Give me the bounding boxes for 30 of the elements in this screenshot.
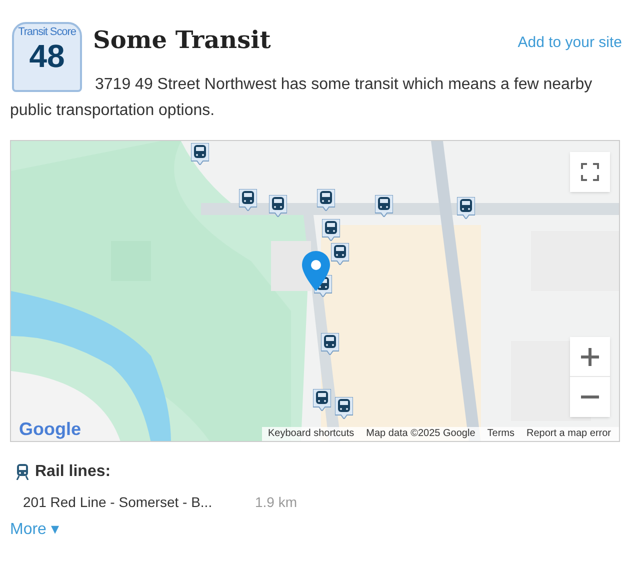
plus-icon — [581, 348, 599, 366]
bus-stop-icon[interactable] — [321, 333, 339, 355]
transit-score: 48 — [29, 39, 65, 73]
location-pin-icon — [302, 251, 330, 291]
distance-text: 1.9 km — [255, 492, 298, 512]
map-footer-link[interactable]: Terms — [487, 428, 515, 440]
map-view[interactable]: Google Keyboard shortcuts Map data ©2025 Google Terms Report a map error — [10, 140, 620, 442]
bus-stop-icon[interactable] — [335, 397, 353, 419]
map-footer-link[interactable]: Report a map error — [526, 428, 611, 440]
map-footer-link[interactable]: Keyboard shortcuts — [268, 428, 354, 440]
bus-stop-icon[interactable] — [457, 197, 475, 219]
rail-line-name: 201 Red Line - Somerset - B... — [23, 492, 214, 512]
bus-stop-icon[interactable] — [313, 389, 331, 411]
bus-stop-icon[interactable] — [317, 189, 335, 211]
bus-stop-icon[interactable] — [331, 243, 349, 265]
bus-stop-icon[interactable] — [322, 219, 340, 241]
google-logo: Google — [19, 419, 81, 439]
fullscreen-button[interactable] — [570, 152, 610, 192]
fullscreen-icon — [581, 163, 599, 181]
bus-stop-icon[interactable] — [191, 143, 209, 165]
train-icon — [16, 464, 29, 480]
map-footer-link[interactable]: Map data ©2025 Google — [366, 428, 476, 440]
bus-stop-icon[interactable] — [375, 195, 393, 217]
description-text: 3719 49 Street Northwest has some transit which means a few nearby public transportation options. — [10, 75, 594, 121]
badge-label: Transit Score — [18, 26, 76, 39]
bus-stop-icon[interactable] — [269, 195, 287, 217]
section-heading: Rail lines: — [35, 462, 111, 482]
minus-icon — [581, 395, 599, 399]
page-title: Some Transit — [93, 24, 271, 56]
bus-stop-icon[interactable] — [239, 189, 257, 211]
